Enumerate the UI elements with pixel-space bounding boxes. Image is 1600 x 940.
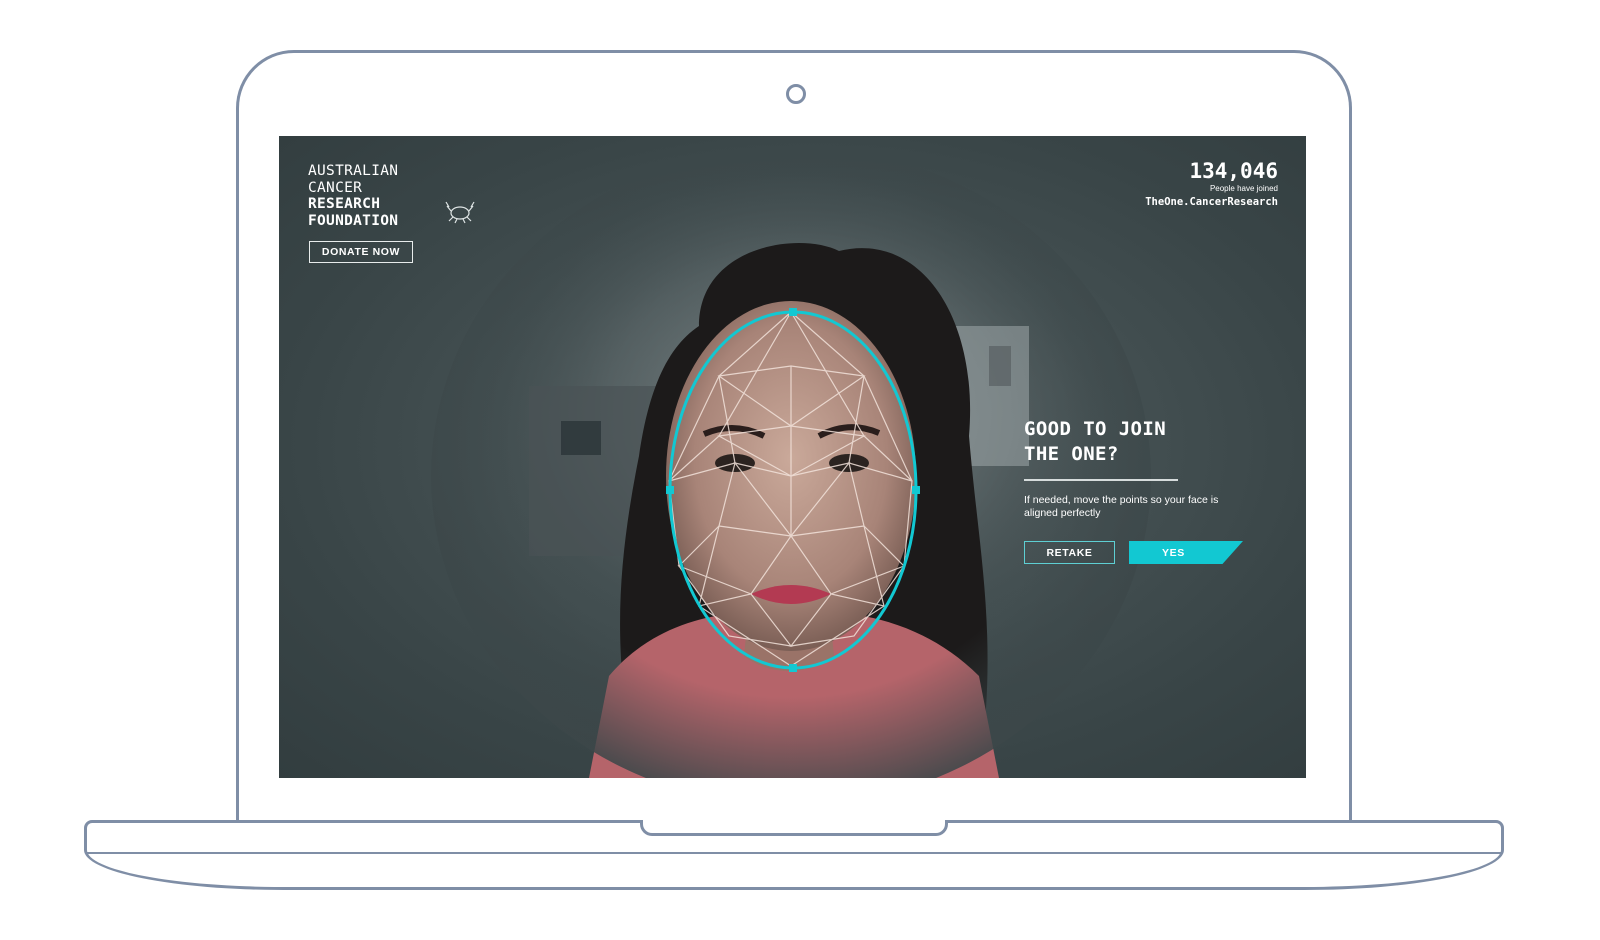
bottom-alignment-handle	[789, 664, 797, 672]
app-screen: AUSTRALIAN CANCER RESEARCH FOUNDATION DO…	[279, 136, 1306, 778]
brand-line-1: AUSTRALIAN	[308, 163, 399, 179]
retake-button[interactable]: RETAKE	[1024, 541, 1115, 564]
crab-icon	[445, 201, 475, 224]
prompt-help-text: If needed, move the points so your face …	[1024, 494, 1219, 519]
join-counter: 134,046 People have joined TheOne.Cancer…	[1145, 160, 1278, 209]
prompt-title-line-1: GOOD TO JOIN	[1024, 418, 1167, 440]
brand-line-3: RESEARCH	[308, 196, 381, 212]
brand-line-2: CANCER	[308, 179, 363, 196]
counter-number: 134,046	[1189, 159, 1278, 183]
donate-now-button[interactable]: DONATE NOW	[309, 241, 413, 263]
site-link[interactable]: TheOne.CancerResearch	[1145, 195, 1278, 209]
laptop-base-edge	[86, 852, 1502, 854]
prompt-divider	[1024, 479, 1178, 481]
counter-caption: People have joined	[1209, 184, 1278, 193]
laptop-notch	[640, 820, 948, 836]
confirm-prompt: GOOD TO JOIN THE ONE? If needed, move th…	[1024, 417, 1254, 519]
brand-logo: AUSTRALIAN CANCER RESEARCH FOUNDATION	[308, 163, 475, 229]
left-alignment-handle	[666, 486, 674, 494]
right-alignment-handle	[912, 486, 920, 494]
brand-line-4: FOUNDATION	[308, 212, 399, 229]
webcam-lens-icon	[786, 84, 806, 104]
top-alignment-handle	[789, 308, 797, 316]
prompt-title-line-2: THE ONE?	[1024, 443, 1119, 465]
